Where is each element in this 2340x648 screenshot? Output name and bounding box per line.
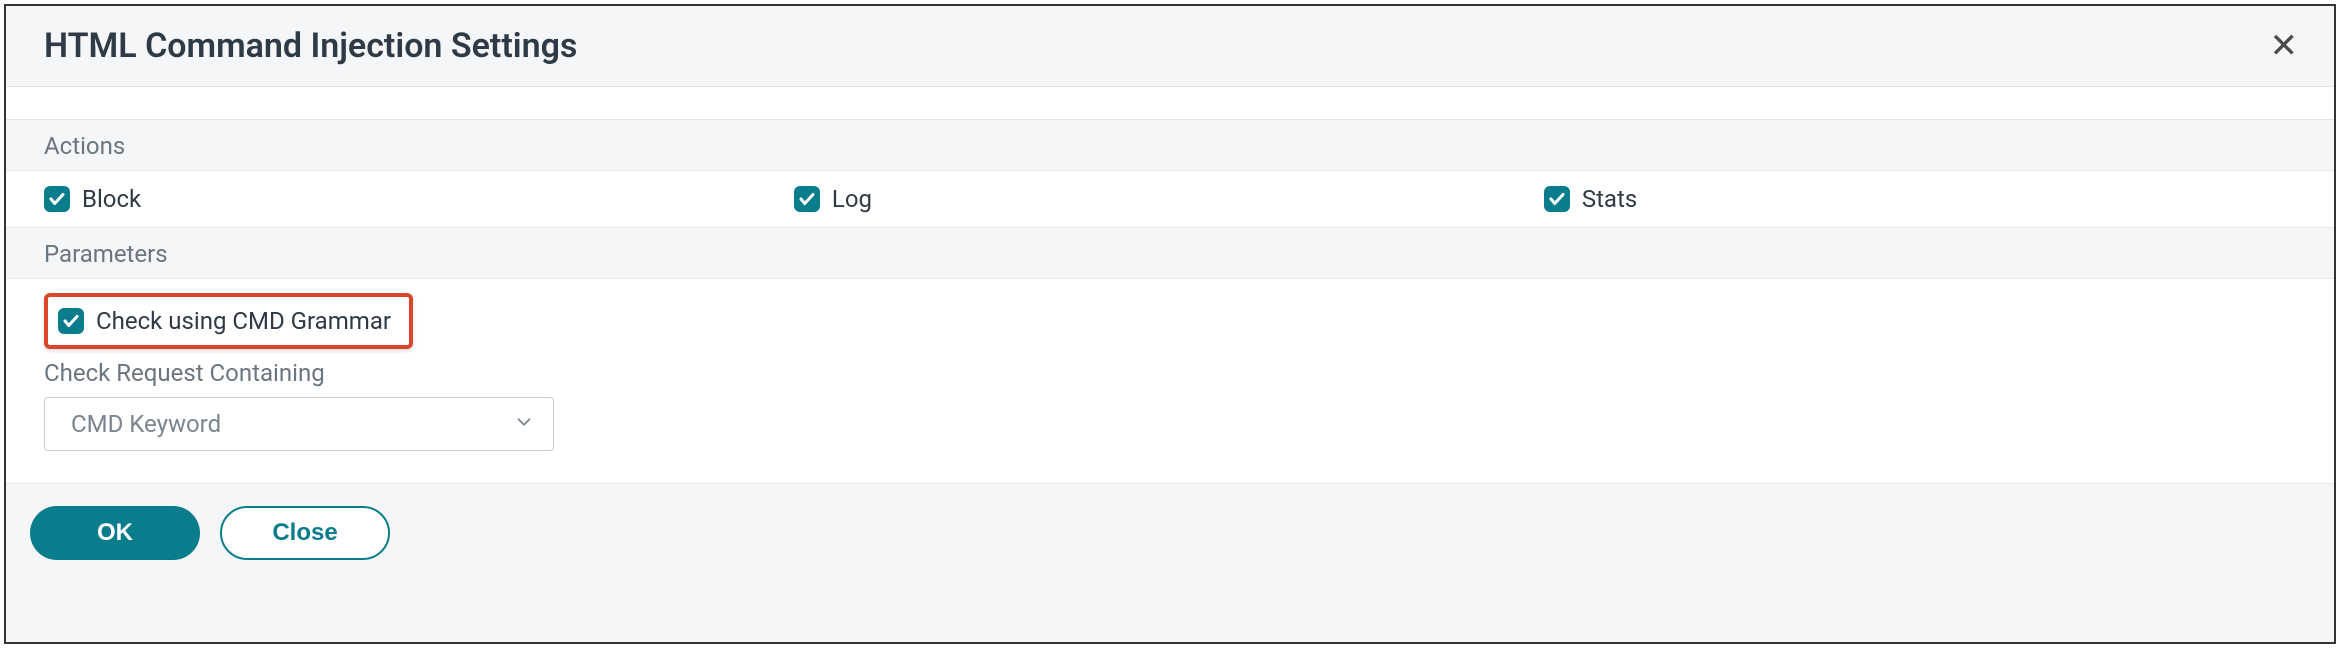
dialog-header: HTML Command Injection Settings ✕ bbox=[6, 6, 2334, 86]
close-button[interactable]: Close bbox=[220, 506, 390, 560]
spacer-bar bbox=[6, 86, 2334, 120]
dialog-title: HTML Command Injection Settings bbox=[44, 26, 577, 66]
action-block-label: Block bbox=[82, 185, 141, 213]
close-icon[interactable]: ✕ bbox=[2270, 29, 2305, 63]
parameters-section-header: Parameters bbox=[6, 228, 2334, 279]
actions-row: Block Log Stats bbox=[6, 171, 2334, 228]
cmd-grammar-label: Check using CMD Grammar bbox=[96, 307, 391, 335]
chevron-down-icon bbox=[513, 411, 535, 437]
parameters-body: Check using CMD Grammar Check Request Co… bbox=[6, 279, 2334, 484]
checkbox-block[interactable] bbox=[44, 186, 70, 212]
cmd-grammar-highlight: Check using CMD Grammar bbox=[44, 293, 413, 349]
check-icon bbox=[48, 190, 66, 208]
request-containing-dropdown[interactable]: CMD Keyword bbox=[44, 397, 554, 451]
checkbox-log[interactable] bbox=[794, 186, 820, 212]
action-log: Log bbox=[794, 185, 1544, 213]
request-containing-label: Check Request Containing bbox=[44, 359, 2296, 387]
action-log-label: Log bbox=[832, 185, 872, 213]
check-icon bbox=[1548, 190, 1566, 208]
settings-dialog: HTML Command Injection Settings ✕ Action… bbox=[4, 4, 2336, 644]
check-icon bbox=[798, 190, 816, 208]
ok-button[interactable]: OK bbox=[30, 506, 200, 560]
actions-section-header: Actions bbox=[6, 120, 2334, 171]
checkbox-stats[interactable] bbox=[1544, 186, 1570, 212]
check-icon bbox=[62, 312, 80, 330]
checkbox-cmd-grammar[interactable] bbox=[58, 308, 84, 334]
dropdown-selected-value: CMD Keyword bbox=[71, 410, 221, 438]
action-stats: Stats bbox=[1544, 185, 2294, 213]
dialog-footer: OK Close bbox=[6, 484, 2334, 582]
action-stats-label: Stats bbox=[1582, 185, 1637, 213]
action-block: Block bbox=[44, 185, 794, 213]
